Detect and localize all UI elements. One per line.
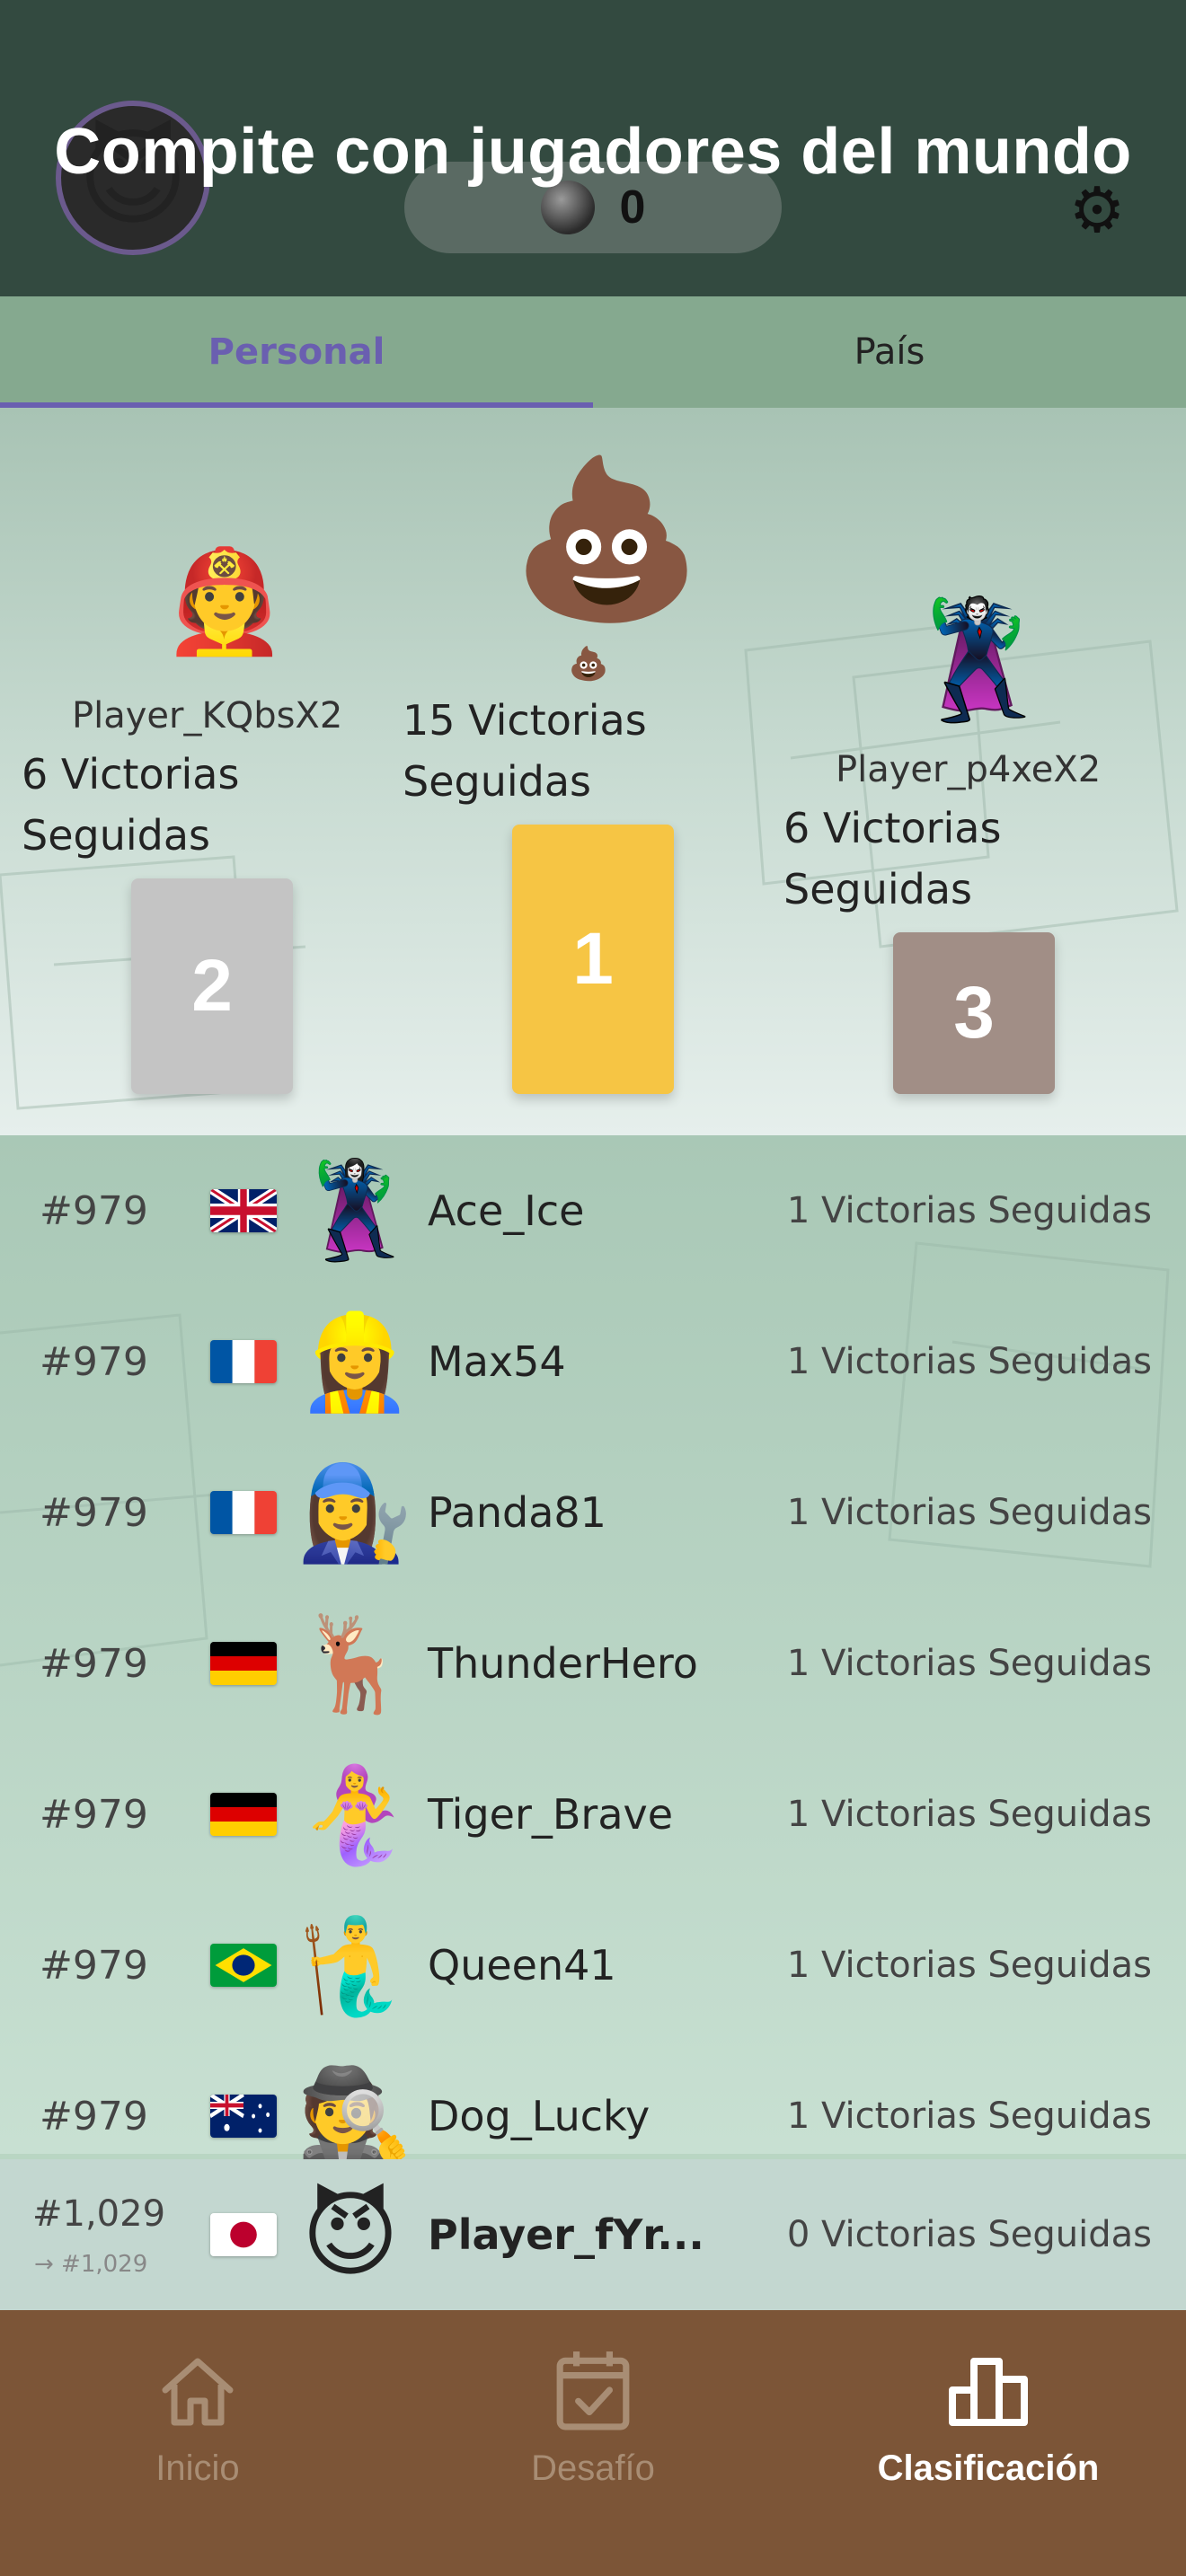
third-place-avatar: 🦹 bbox=[906, 594, 1049, 728]
current-user-row[interactable]: #1,029 → #1,029 😈 Player_fYr... 0 Victor… bbox=[0, 2159, 1186, 2310]
first-place-block: 1 bbox=[512, 825, 674, 1094]
current-user-name: Player_fYr... bbox=[428, 2210, 704, 2259]
second-place-block: 2 bbox=[131, 878, 293, 1094]
flag-au-icon bbox=[210, 2095, 277, 2138]
player-name: ThunderHero bbox=[428, 1639, 698, 1688]
current-user-avatar: 😈 bbox=[301, 2180, 400, 2289]
first-place-avatar: 💩 bbox=[510, 448, 704, 629]
calendar-check-icon bbox=[395, 2341, 791, 2439]
home-icon bbox=[0, 2341, 395, 2439]
flag-fr-icon bbox=[210, 1340, 277, 1383]
list-item[interactable]: #979 🦌 ThunderHero 1 Victorias Seguidas bbox=[0, 1588, 1186, 1739]
player-name: Max54 bbox=[428, 1337, 566, 1386]
player-avatar: 🦹‍♀️ bbox=[296, 1156, 413, 1266]
rank-number: #979 bbox=[40, 1791, 148, 1838]
flag-br-icon bbox=[210, 1944, 277, 1987]
rank-number: #979 bbox=[40, 1187, 148, 1234]
player-avatar: 👩‍🔧 bbox=[296, 1458, 413, 1567]
current-user-rank: #1,029 bbox=[32, 2193, 166, 2235]
player-wins: 1 Victorias Seguidas bbox=[786, 1190, 1152, 1231]
player-avatar: 👷‍♀️ bbox=[296, 1307, 413, 1416]
player-name: Queen41 bbox=[428, 1941, 616, 1989]
list-item[interactable]: #979 👩‍🔧 Panda81 1 Victorias Seguidas bbox=[0, 1437, 1186, 1588]
rank-number: #979 bbox=[40, 1338, 148, 1385]
list-item[interactable]: #979 👷‍♀️ Max54 1 Victorias Seguidas bbox=[0, 1286, 1186, 1437]
header: 😈 0 Compite con jugadores del mundo ⚙ bbox=[0, 0, 1186, 296]
nav-clasificacion[interactable]: Clasificación bbox=[791, 2341, 1186, 2489]
flag-de-icon bbox=[210, 1642, 277, 1685]
rank-number: #979 bbox=[40, 1942, 148, 1989]
third-place-name: Player_p4xeX2 bbox=[836, 749, 1102, 790]
nav-desafio[interactable]: Desafío bbox=[395, 2341, 791, 2489]
coin-icon bbox=[540, 181, 595, 234]
flag-gb-icon bbox=[210, 1189, 277, 1232]
second-place-name: Player_KQbsX2 bbox=[72, 695, 343, 737]
podium: 🧑‍🚒 Player_KQbsX2 6 Victorias Seguidas 2… bbox=[0, 408, 1186, 1135]
flag-jp-icon bbox=[210, 2213, 277, 2256]
second-place-wins: 6 Victorias Seguidas bbox=[22, 750, 240, 860]
player-wins: 1 Victorias Seguidas bbox=[786, 1341, 1152, 1382]
tab-pais[interactable]: País bbox=[593, 296, 1186, 408]
nav-inicio-label: Inicio bbox=[155, 2448, 240, 2488]
current-user-wins: 0 Victorias Seguidas bbox=[786, 2214, 1152, 2255]
list-item[interactable]: #979 🦹‍♀️ Ace_Ice 1 Victorias Seguidas bbox=[0, 1135, 1186, 1286]
player-wins: 1 Victorias Seguidas bbox=[786, 1492, 1152, 1533]
tab-bar: Personal País bbox=[0, 296, 1186, 408]
flag-fr-icon bbox=[210, 1491, 277, 1534]
list-item[interactable]: #979 🕵️ Dog_Lucky 1 Victorias Seguidas bbox=[0, 2041, 1186, 2170]
leaderboard-list: #979 🦹‍♀️ Ace_Ice 1 Victorias Seguidas #… bbox=[0, 1135, 1186, 2170]
current-user-rank-change: → #1,029 bbox=[34, 2251, 148, 2278]
third-place-wins: 6 Victorias Seguidas bbox=[783, 804, 1002, 913]
list-item[interactable]: #979 🧜‍♂️ Queen41 1 Victorias Seguidas bbox=[0, 1890, 1186, 2041]
player-wins: 1 Victorias Seguidas bbox=[786, 1794, 1152, 1835]
player-avatar: 🧜‍♂️ bbox=[296, 1910, 413, 2020]
rank-number: #979 bbox=[40, 1640, 148, 1687]
player-avatar: 🕵️ bbox=[296, 2061, 413, 2171]
list-item[interactable]: #979 🧜‍♀️ Tiger_Brave 1 Victorias Seguid… bbox=[0, 1739, 1186, 1890]
player-name: Panda81 bbox=[428, 1488, 606, 1537]
first-place-wins: 15 Victorias Seguidas bbox=[403, 696, 647, 806]
rank-number: #979 bbox=[40, 1489, 148, 1536]
gear-icon[interactable]: ⚙ bbox=[1065, 178, 1129, 243]
first-place-badge: 💩 bbox=[568, 646, 609, 683]
player-name: Tiger_Brave bbox=[428, 1790, 674, 1839]
player-name: Ace_Ice bbox=[428, 1187, 585, 1235]
coin-count: 0 bbox=[619, 181, 646, 234]
second-place-avatar: 🧑‍🚒 bbox=[162, 543, 288, 660]
second-place-number: 2 bbox=[191, 945, 233, 1027]
leaderboard-icon bbox=[791, 2341, 1186, 2439]
page-title: Compite con jugadores del mundo bbox=[54, 116, 1132, 188]
third-place-number: 3 bbox=[953, 972, 995, 1054]
nav-desafio-label: Desafío bbox=[531, 2448, 655, 2488]
player-wins: 1 Victorias Seguidas bbox=[786, 1643, 1152, 1684]
player-avatar: 🧜‍♀️ bbox=[296, 1760, 413, 1869]
third-place-block: 3 bbox=[893, 932, 1055, 1094]
player-avatar: 🦌 bbox=[296, 1609, 413, 1718]
nav-clasificacion-label: Clasificación bbox=[877, 2448, 1100, 2488]
nav-inicio[interactable]: Inicio bbox=[0, 2341, 395, 2489]
flag-de-icon bbox=[210, 1793, 277, 1836]
bottom-navigation: Inicio Desafío Clasificación bbox=[0, 2310, 1186, 2576]
tab-personal[interactable]: Personal bbox=[0, 296, 593, 408]
first-place-number: 1 bbox=[572, 918, 614, 1000]
player-wins: 1 Victorias Seguidas bbox=[786, 1945, 1152, 1986]
